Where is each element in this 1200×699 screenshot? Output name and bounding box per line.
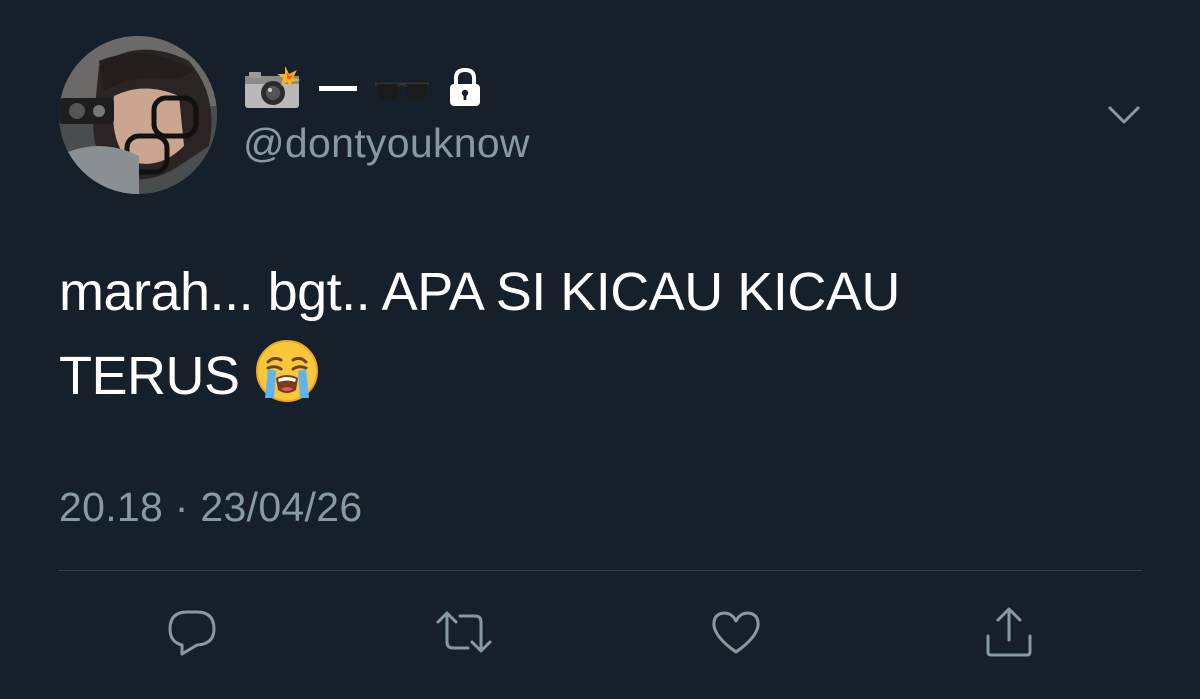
share-icon <box>981 604 1037 665</box>
tweet-text: marah... bgt.. APA SI KICAU KICAU TERUS <box>59 250 1139 428</box>
like-button[interactable] <box>706 604 766 664</box>
reply-button[interactable] <box>162 604 222 664</box>
tweet-text-line-2: TERUS <box>59 334 1139 428</box>
retweet-button[interactable] <box>434 604 494 664</box>
chevron-down-icon[interactable] <box>1106 100 1142 130</box>
divider <box>59 570 1142 571</box>
action-bar <box>0 604 1200 664</box>
user-handle[interactable]: @dontyouknow <box>243 120 530 167</box>
share-button[interactable] <box>979 604 1039 664</box>
tweet-timestamp[interactable]: 20.18 · 23/04/26 <box>59 484 362 531</box>
loudly-crying-face-icon <box>254 338 320 428</box>
avatar[interactable] <box>59 36 217 194</box>
like-icon <box>708 604 764 665</box>
sunglasses-icon <box>373 66 431 110</box>
tweet-text-line-1: marah... bgt.. APA SI KICAU KICAU <box>59 262 900 322</box>
reply-icon <box>164 604 220 665</box>
tweet-card: @dontyouknow marah... bgt.. APA SI KICAU… <box>0 0 1200 699</box>
tweet-text-line-2-text: TERUS <box>59 346 240 406</box>
display-name[interactable] <box>243 66 485 110</box>
retweet-icon <box>434 604 494 665</box>
camera-flash-icon <box>243 66 303 110</box>
lock-icon <box>445 66 485 110</box>
dash-icon <box>317 66 359 110</box>
